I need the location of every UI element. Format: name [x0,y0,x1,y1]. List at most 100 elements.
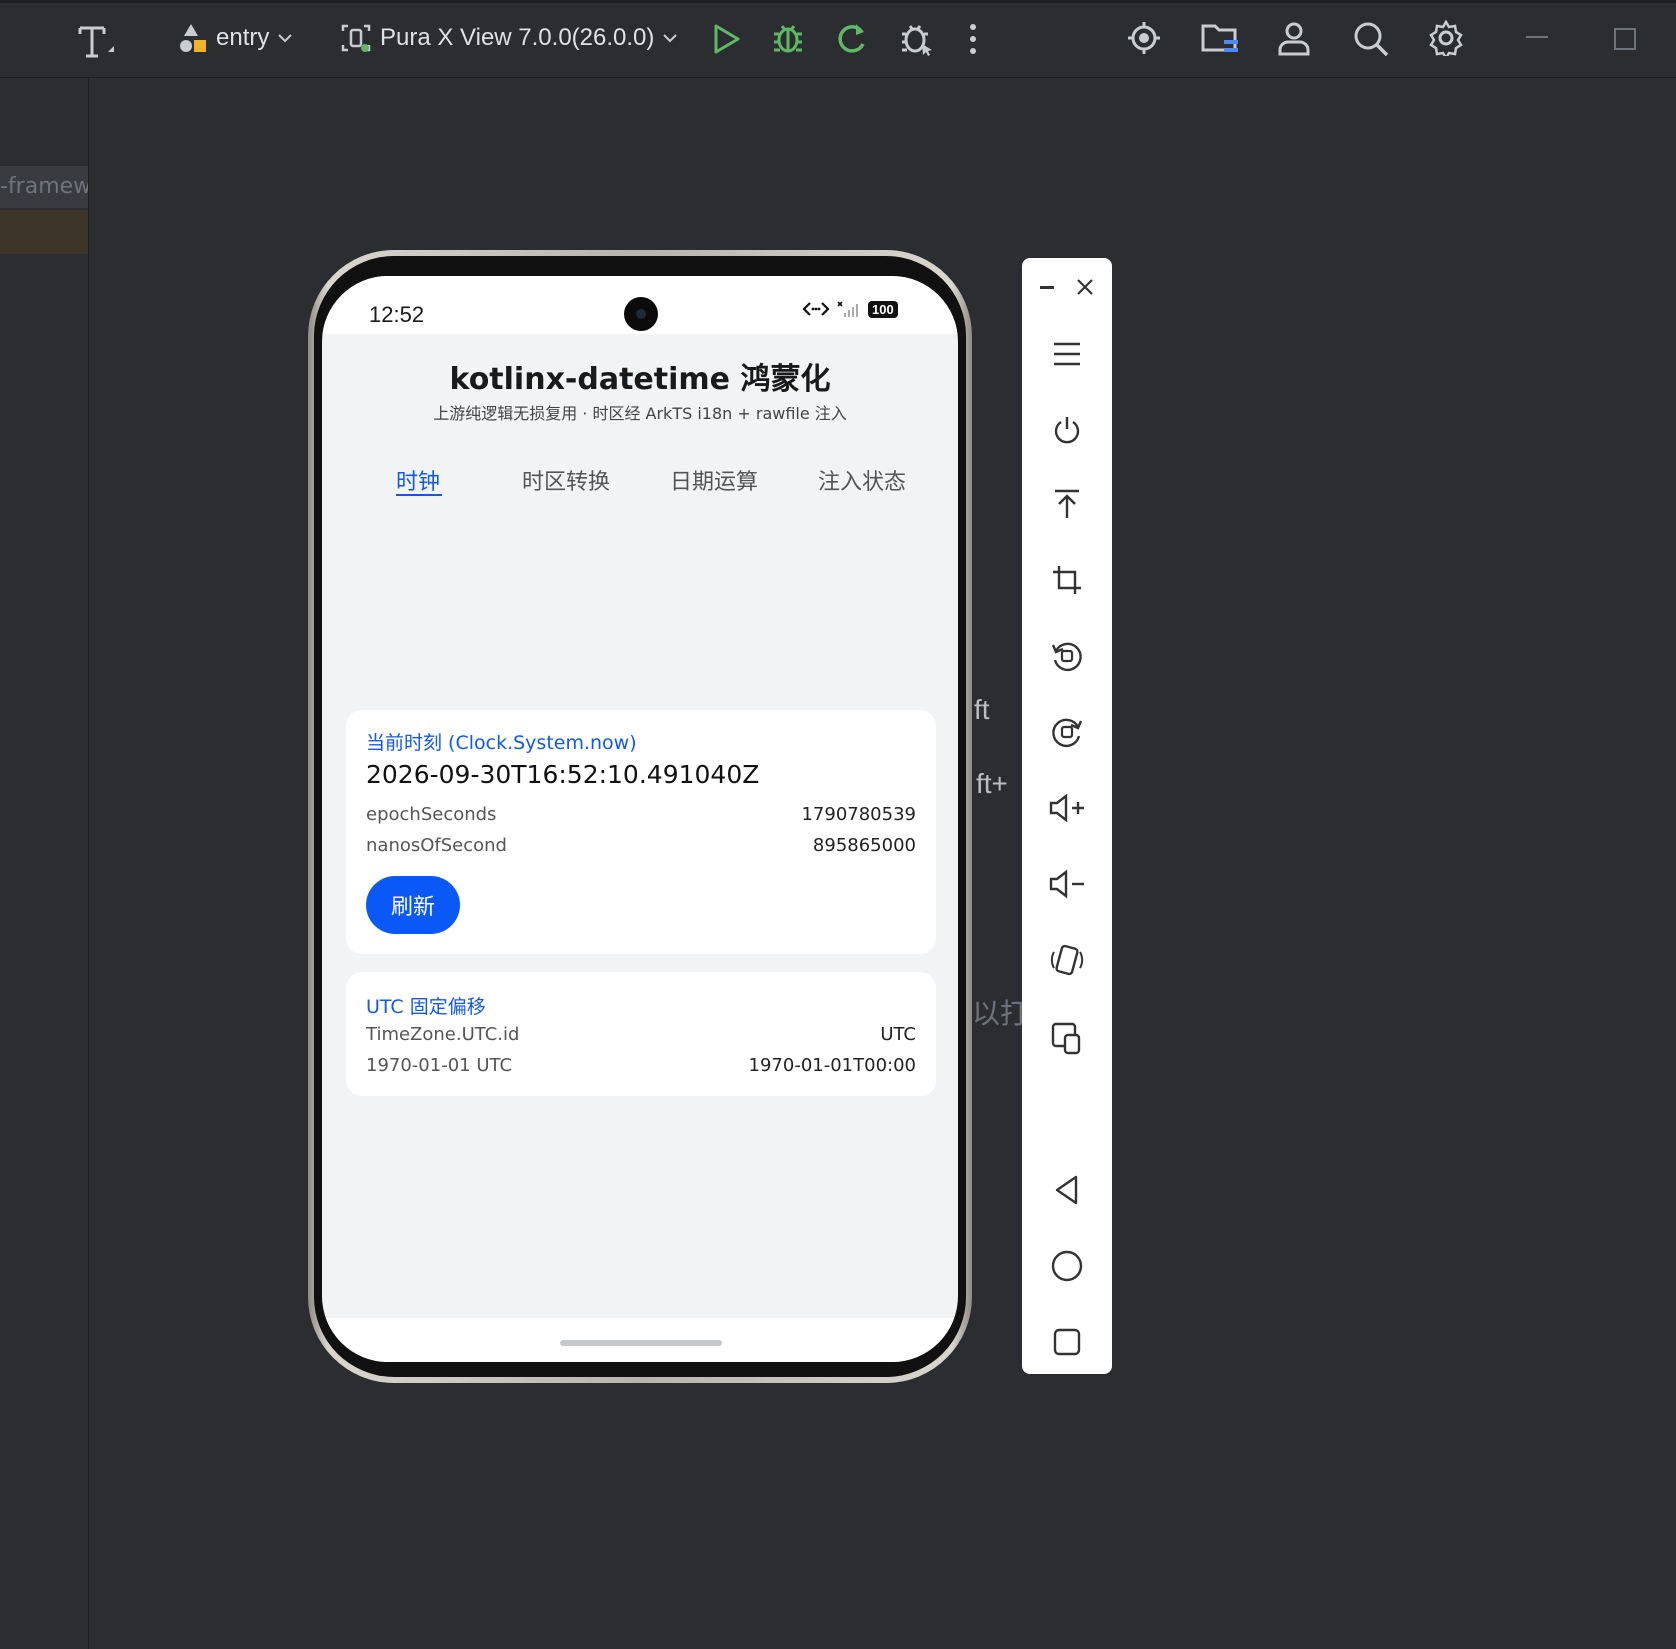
kebab-icon [970,24,976,54]
device-label: Pura X View 7.0.0(26.0.0) [380,24,655,51]
app-title: kotlinx-datetime 鸿蒙化 [449,362,831,397]
module-icon [180,24,206,52]
settings-button[interactable] [1428,20,1464,56]
minimize-icon [1040,285,1054,289]
device-screen[interactable]: 12:52 100 kotlinx-datetime 鸿蒙化 上游纯逻辑无损复用… [322,276,958,1362]
rotate-right-button[interactable] [1022,704,1112,760]
utc-card-title: UTC 固定偏移 [366,996,486,1018]
clock-card: 当前时刻 (Clock.System.now) 2026-09-30T16:52… [346,710,936,954]
status-time: 12:52 [369,302,425,327]
battery-indicator: 100 [868,300,898,318]
home-circle-icon [1051,1250,1083,1282]
apply-changes-button[interactable] [834,20,870,56]
gear-icon [1429,20,1463,56]
row-value: 1970-01-01T00:00 [748,1055,916,1076]
row-value: UTC [880,1024,916,1045]
build-tool-icon[interactable] [76,22,118,60]
window-title-strip [0,0,1676,3]
row-value: 895865000 [812,835,916,856]
folder-icon [1201,24,1238,52]
attach-debugger-button[interactable] [898,20,936,56]
hotspot-icon [802,302,830,316]
arrow-to-top-icon [1055,489,1079,518]
rotate-left-button[interactable] [1022,628,1112,684]
minimize-window-button[interactable] [1526,36,1548,38]
row-label: TimeZone.UTC.id [366,1024,520,1045]
volume-down-button[interactable] [1022,856,1112,912]
recents-square-icon [1053,1328,1081,1356]
run-button[interactable] [710,22,742,56]
project-tree-item[interactable]: -framew [0,166,88,208]
more-options-button[interactable] [968,22,978,56]
search-icon [1354,22,1389,57]
power-button[interactable] [1022,402,1112,458]
device-icon [341,24,371,52]
emulator-minimize-button[interactable] [1032,272,1062,302]
tab-injection-status[interactable]: 注入状态 [818,464,906,496]
ide-toolbar: entry Pura X View 7.0.0(26.0.0) [0,0,1676,78]
row-label: epochSeconds [366,804,497,825]
home-indicator[interactable] [560,1340,722,1346]
rotate-right-icon [1052,718,1083,748]
project-tree-selection[interactable] [0,210,88,254]
tab-date-arithmetic[interactable]: 日期运算 [670,464,758,496]
front-camera [624,297,658,331]
row-label: nanosOfSecond [366,835,507,856]
profiler-button[interactable] [1126,20,1162,56]
shake-button[interactable] [1022,932,1112,988]
volume-down-icon [1049,869,1084,899]
current-instant: 2026-09-30T16:52:10.491040Z [366,760,760,789]
refresh-icon [838,24,865,53]
row-label: 1970-01-01 UTC [366,1055,513,1076]
chevron-down-icon [278,34,293,43]
signal-icon [837,301,858,317]
emulator-toolbar [1022,258,1112,1374]
tab-bar: 时钟 时区转换 日期运算 注入状态 [322,464,958,504]
nav-home-button[interactable] [1022,1238,1112,1294]
status-bar: 12:52 100 [322,276,958,334]
devices-icon [1051,1022,1081,1055]
volume-up-icon [1049,793,1084,823]
nav-recents-button[interactable] [1022,1314,1112,1370]
scroll-top-button[interactable] [1022,476,1112,532]
run-config-dropdown[interactable]: entry [178,22,293,54]
run-config-label: entry [216,24,270,51]
chevron-down-icon [663,34,678,43]
editor-text-fragment: ft+ [976,768,1008,799]
emulator-menu-button[interactable] [1022,326,1112,382]
screenshot-button[interactable] [1022,552,1112,608]
utc-card: UTC 固定偏移 TimeZone.UTC.id UTC 1970-01-01 … [346,972,936,1096]
debug-button[interactable] [770,20,806,56]
multi-device-button[interactable] [1022,1010,1112,1066]
status-icons: 100 [802,300,898,318]
row-value: 1790780539 [801,804,916,825]
menu-icon [1054,342,1080,366]
device-dropdown[interactable]: Pura X View 7.0.0(26.0.0) [340,22,678,54]
maximize-window-button[interactable] [1614,28,1636,50]
power-icon [1054,417,1080,444]
device-file-browser-button[interactable] [1200,20,1240,56]
project-panel [0,78,89,1649]
rotate-left-icon [1051,642,1082,672]
bug-attach-icon [902,25,932,56]
run-icon [714,24,740,54]
refresh-button[interactable]: 刷新 [366,876,460,934]
back-triangle-icon [1055,1175,1078,1205]
tab-clock[interactable]: 时钟 [396,464,440,496]
editor-text-fragment: ft [974,694,990,725]
search-button[interactable] [1352,20,1390,58]
target-icon [1128,22,1160,54]
minimize-icon [1526,36,1548,38]
emulator-close-button[interactable] [1070,272,1100,302]
bug-icon [774,25,802,53]
account-button[interactable] [1276,20,1312,56]
app-subtitle: 上游纯逻辑无损复用 · 时区经 ArkTS i18n + rawfile 注入 [433,404,847,423]
close-icon [1077,279,1093,295]
volume-up-button[interactable] [1022,780,1112,836]
user-icon [1278,22,1310,56]
tab-timezone-convert[interactable]: 时区转换 [522,464,610,496]
shake-phone-icon [1050,944,1084,976]
crop-icon [1053,566,1081,594]
clock-card-title: 当前时刻 (Clock.System.now) [366,732,637,754]
nav-back-button[interactable] [1022,1162,1112,1218]
